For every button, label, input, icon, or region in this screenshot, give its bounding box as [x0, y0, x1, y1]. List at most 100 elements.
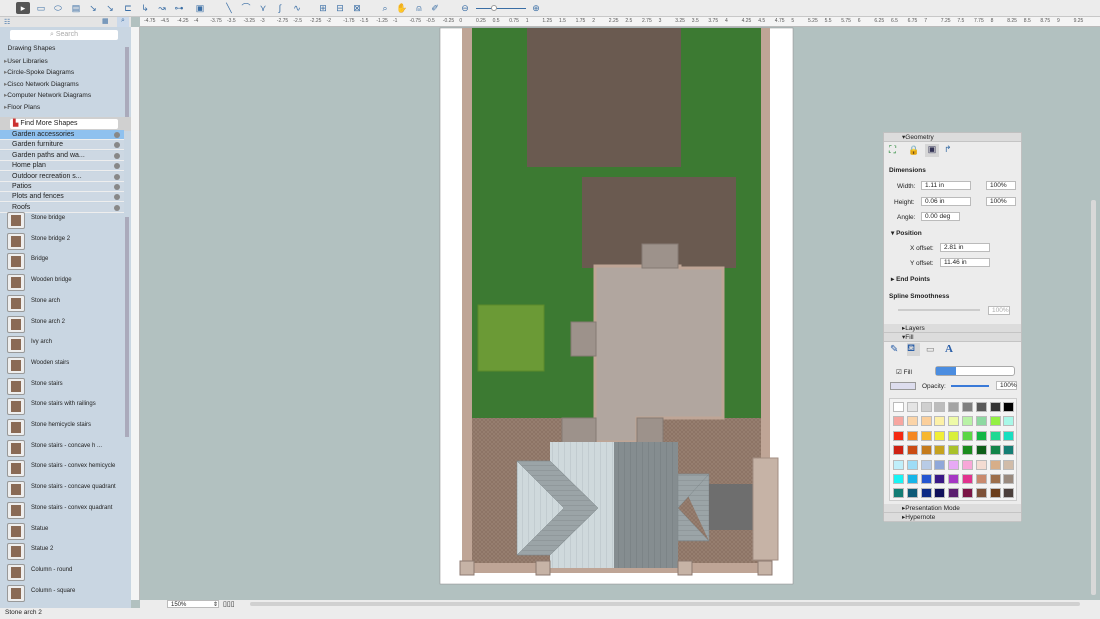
color-swatch[interactable] — [906, 430, 918, 441]
geometry-tab-icon[interactable]: ⛶ — [889, 145, 896, 156]
color-swatch[interactable] — [948, 474, 960, 484]
color-swatch[interactable] — [906, 459, 918, 470]
color-swatch[interactable] — [934, 416, 946, 427]
hypernote-section-header[interactable]: ▸Hypernote — [884, 513, 1021, 522]
color-swatch[interactable] — [934, 402, 946, 412]
color-swatch[interactable] — [1003, 474, 1015, 484]
color-swatch[interactable] — [934, 430, 946, 441]
color-swatch[interactable] — [948, 459, 960, 470]
color-swatch[interactable] — [989, 459, 1001, 470]
color-swatch[interactable] — [893, 445, 904, 456]
text-tab-icon[interactable]: A — [945, 343, 953, 355]
fill-color-well[interactable] — [890, 382, 916, 390]
color-swatch[interactable] — [893, 488, 904, 499]
color-swatch[interactable] — [1003, 445, 1015, 456]
x-offset-field[interactable]: 2.81 in — [940, 243, 990, 252]
color-swatch[interactable] — [1003, 430, 1015, 441]
color-swatch[interactable] — [920, 459, 932, 470]
patio[interactable] — [593, 264, 725, 444]
position-heading[interactable]: ▾ Position — [891, 229, 922, 237]
color-swatch[interactable] — [906, 416, 918, 427]
shadow-tab-icon[interactable]: ▭ — [926, 344, 935, 355]
color-swatch[interactable] — [989, 474, 1001, 484]
color-swatch[interactable] — [906, 488, 918, 499]
color-swatch[interactable] — [920, 474, 932, 484]
width-field[interactable]: 1.11 in — [921, 181, 971, 190]
color-swatch[interactable] — [962, 445, 973, 456]
color-swatch[interactable] — [962, 402, 973, 412]
color-swatch[interactable] — [920, 402, 932, 412]
color-swatch[interactable] — [1003, 402, 1015, 412]
color-swatch[interactable] — [975, 488, 987, 499]
color-swatch[interactable] — [975, 474, 987, 484]
color-swatch[interactable] — [906, 402, 918, 412]
color-swatch[interactable] — [948, 430, 960, 441]
color-swatch[interactable] — [893, 402, 904, 412]
zoom-select[interactable]: 150% ⇕ — [167, 600, 219, 608]
building-roof[interactable] — [527, 28, 681, 167]
column-square[interactable] — [677, 560, 693, 576]
spline-slider[interactable] — [898, 309, 980, 311]
color-swatch[interactable] — [934, 474, 946, 484]
geometry-section-header[interactable]: ▾Geometry — [884, 133, 1021, 142]
color-swatch[interactable] — [948, 416, 960, 427]
color-swatch[interactable] — [989, 488, 1001, 499]
solid-fill-option[interactable] — [936, 367, 956, 375]
stone-stairs[interactable] — [570, 321, 597, 357]
column-square[interactable] — [459, 560, 475, 576]
roof-dark[interactable] — [614, 442, 678, 568]
line-tab-icon[interactable]: ✎ — [890, 344, 898, 355]
page-view-icons[interactable]: ▯▯▯ — [223, 600, 235, 608]
angle-field[interactable]: 0.00 deg — [921, 212, 960, 221]
color-swatch[interactable] — [975, 402, 987, 412]
color-swatch[interactable] — [975, 430, 987, 441]
garage[interactable] — [709, 484, 757, 530]
color-swatch[interactable] — [989, 430, 1001, 441]
fill-checkbox[interactable]: ☑ Fill — [896, 368, 912, 376]
color-swatch[interactable] — [920, 416, 932, 427]
width-percent-field[interactable]: 100% — [986, 181, 1016, 190]
color-swatch[interactable] — [962, 430, 973, 441]
column-square[interactable] — [757, 560, 773, 576]
horizontal-scrollbar[interactable] — [250, 602, 1080, 606]
color-swatch[interactable] — [1003, 459, 1015, 470]
layers-section-header[interactable]: ▸Layers — [884, 324, 1021, 333]
stone-stairs[interactable] — [561, 417, 597, 444]
fill-tab-icon[interactable]: ⛾ — [907, 343, 920, 356]
color-swatch[interactable] — [989, 402, 1001, 412]
color-swatch[interactable] — [906, 474, 918, 484]
color-swatch[interactable] — [920, 430, 932, 441]
color-swatch[interactable] — [893, 459, 904, 470]
pergola[interactable] — [752, 457, 779, 561]
color-swatch[interactable] — [975, 459, 987, 470]
color-swatch[interactable] — [948, 402, 960, 412]
color-swatch[interactable] — [1003, 416, 1015, 427]
color-swatch[interactable] — [1003, 488, 1015, 499]
height-field[interactable]: 0.06 in — [921, 197, 971, 206]
color-swatch[interactable] — [989, 445, 1001, 456]
opacity-slider[interactable] — [951, 385, 989, 387]
y-offset-field[interactable]: 11.46 in — [940, 258, 990, 267]
color-swatch[interactable] — [934, 488, 946, 499]
opacity-field[interactable]: 100% — [996, 381, 1017, 390]
color-swatch[interactable] — [906, 445, 918, 456]
stone-stairs[interactable] — [636, 417, 664, 444]
color-swatch[interactable] — [934, 445, 946, 456]
size-icon[interactable]: ▣ — [925, 144, 939, 157]
fill-type-segmented[interactable] — [935, 366, 1015, 376]
color-swatch[interactable] — [920, 488, 932, 499]
color-swatch[interactable] — [893, 430, 904, 441]
presentation-section-header[interactable]: ▸Presentation Mode — [884, 504, 1021, 513]
color-swatch[interactable] — [975, 416, 987, 427]
vertical-scrollbar[interactable] — [1091, 200, 1096, 595]
color-swatch[interactable] — [893, 416, 904, 427]
end-points-heading[interactable]: ▸ End Points — [891, 275, 930, 283]
stone-stairs[interactable] — [641, 243, 679, 269]
color-swatch[interactable] — [962, 459, 973, 470]
color-swatch[interactable] — [934, 459, 946, 470]
color-swatch[interactable] — [989, 416, 1001, 427]
connector-icon[interactable]: ↱ — [944, 144, 952, 155]
column-square[interactable] — [535, 560, 551, 576]
color-swatch[interactable] — [975, 445, 987, 456]
fill-section-header[interactable]: ▾Fill — [884, 333, 1021, 342]
